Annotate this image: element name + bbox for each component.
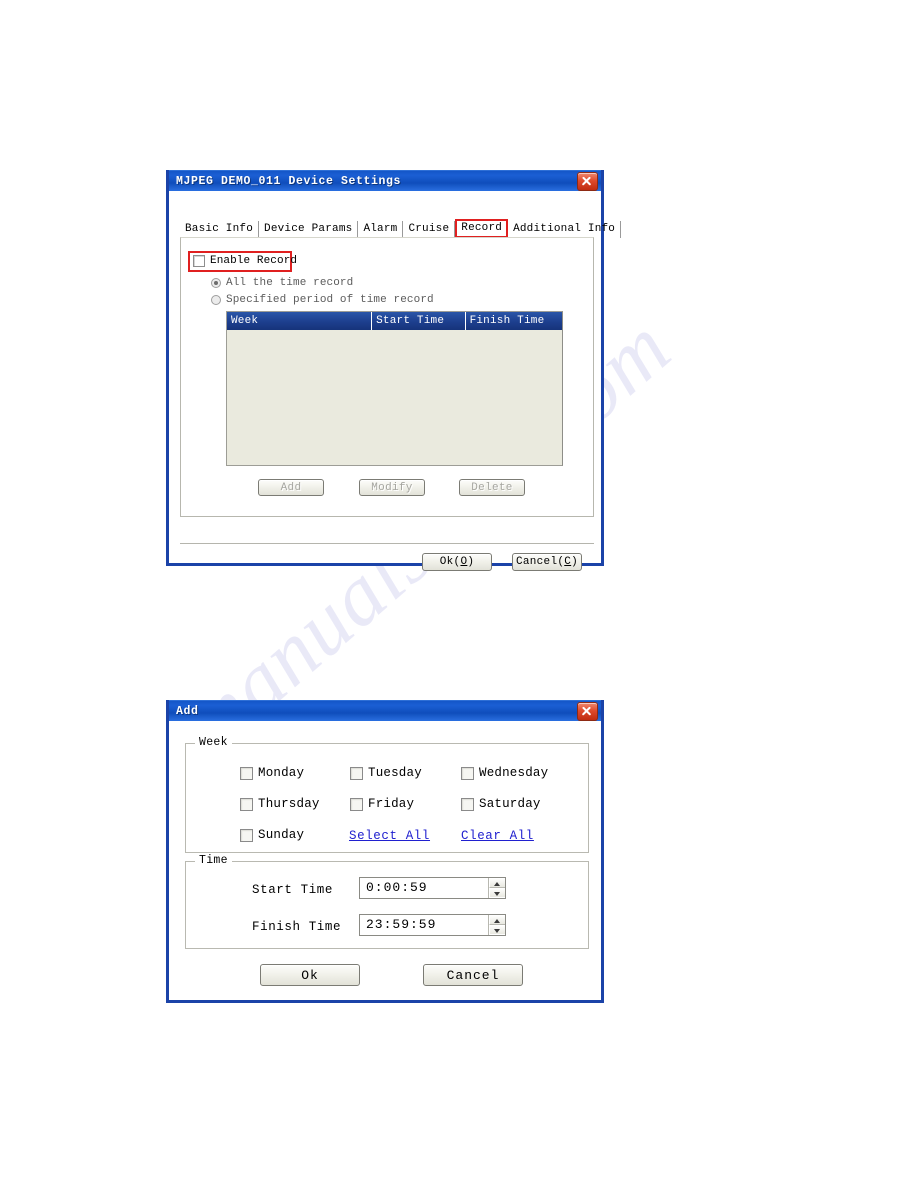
sunday-label: Sunday xyxy=(258,828,305,842)
add-dialog-title: Add xyxy=(176,704,199,718)
radio-icon-specified-period[interactable] xyxy=(211,295,221,305)
radio-all-time-label: All the time record xyxy=(226,277,354,289)
checkbox-row-thursday[interactable]: Thursday xyxy=(240,797,320,811)
tab-cruise[interactable]: Cruise xyxy=(403,221,456,238)
saturday-label: Saturday xyxy=(479,797,541,811)
checkbox-row-wednesday[interactable]: Wednesday xyxy=(461,766,548,780)
time-groupbox-legend: Time xyxy=(195,854,232,867)
thursday-checkbox[interactable] xyxy=(240,797,253,811)
settings-tabstrip: Basic Info Device Params Alarm Cruise Re… xyxy=(180,219,622,238)
start-time-value[interactable]: 0:00:59 xyxy=(360,878,488,898)
column-header-finish-time[interactable]: Finish Time xyxy=(466,312,562,330)
close-icon[interactable] xyxy=(577,171,598,191)
cancel-button[interactable]: Cancel xyxy=(423,964,523,986)
tuesday-checkbox[interactable] xyxy=(350,766,363,780)
add-dialog-titlebar: Add xyxy=(169,700,601,721)
cancel-button[interactable]: Cancel(C) xyxy=(512,553,582,571)
schedule-listview-header: Week Start Time Finish Time xyxy=(227,312,562,330)
spinner-up-icon[interactable] xyxy=(489,915,505,925)
wednesday-checkbox[interactable] xyxy=(461,766,474,780)
add-dialog: Add Week Monday Tuesday Wednesday Thursd… xyxy=(166,700,604,1003)
saturday-checkbox[interactable] xyxy=(461,797,474,811)
column-header-start-time[interactable]: Start Time xyxy=(372,312,466,330)
footer-divider xyxy=(180,543,594,544)
friday-label: Friday xyxy=(368,797,415,811)
enable-record-label: Enable Record xyxy=(210,255,298,267)
clear-all-link[interactable]: Clear All xyxy=(461,829,534,843)
device-settings-dialog: MJPEG DEMO_011 Device Settings Basic Inf… xyxy=(166,170,622,571)
ok-button[interactable]: Ok(O) xyxy=(422,553,492,571)
tab-record[interactable]: Record xyxy=(455,219,509,238)
checkbox-row-tuesday[interactable]: Tuesday xyxy=(350,766,422,780)
ok-button-text: Ok( xyxy=(439,556,461,568)
close-icon[interactable] xyxy=(577,701,598,721)
tab-additional-info[interactable]: Additional Info xyxy=(508,221,622,238)
start-time-input[interactable]: 0:00:59 xyxy=(359,877,506,899)
ok-button-accel: O xyxy=(460,556,468,568)
enable-record-row[interactable]: Enable Record xyxy=(193,255,297,267)
radio-specified-period-label: Specified period of time record xyxy=(226,294,434,306)
monday-checkbox[interactable] xyxy=(240,766,253,780)
column-header-week[interactable]: Week xyxy=(227,312,373,330)
select-all-link[interactable]: Select All xyxy=(349,829,430,843)
thursday-label: Thursday xyxy=(258,797,320,811)
spinner-down-icon[interactable] xyxy=(489,925,505,935)
modify-button[interactable]: Modify xyxy=(359,479,425,496)
add-dialog-body: Week Monday Tuesday Wednesday Thursday F… xyxy=(169,721,601,1000)
cancel-button-text: Cancel( xyxy=(515,556,565,568)
cancel-button-accel: C xyxy=(564,556,572,568)
delete-button[interactable]: Delete xyxy=(459,479,525,496)
monday-label: Monday xyxy=(258,766,305,780)
radio-icon-all-time[interactable] xyxy=(211,278,221,288)
tuesday-label: Tuesday xyxy=(368,766,422,780)
friday-checkbox[interactable] xyxy=(350,797,363,811)
sunday-checkbox[interactable] xyxy=(240,828,253,842)
ok-button-tail: ) xyxy=(467,556,475,568)
finish-time-spinner[interactable] xyxy=(488,915,505,935)
device-settings-body: Basic Info Device Params Alarm Cruise Re… xyxy=(169,191,622,571)
checkbox-row-monday[interactable]: Monday xyxy=(240,766,304,780)
tab-device-params[interactable]: Device Params xyxy=(259,221,359,238)
week-groupbox-legend: Week xyxy=(195,736,232,749)
tab-basic-info[interactable]: Basic Info xyxy=(180,221,260,238)
device-settings-titlebar: MJPEG DEMO_011 Device Settings xyxy=(169,170,601,191)
finish-time-input[interactable]: 23:59:59 xyxy=(359,914,506,936)
spinner-up-icon[interactable] xyxy=(489,878,505,888)
add-button[interactable]: Add xyxy=(258,479,324,496)
radio-all-the-time-record[interactable]: All the time record xyxy=(211,277,353,289)
checkbox-row-saturday[interactable]: Saturday xyxy=(461,797,541,811)
schedule-listview-body xyxy=(227,330,562,465)
time-groupbox: Time Start Time 0:00:59 Finish Time 23:5… xyxy=(185,854,589,949)
cancel-button-tail: ) xyxy=(571,556,579,568)
wednesday-label: Wednesday xyxy=(479,766,549,780)
checkbox-row-friday[interactable]: Friday xyxy=(350,797,414,811)
start-time-label: Start Time xyxy=(252,883,334,897)
device-settings-title: MJPEG DEMO_011 Device Settings xyxy=(176,174,402,188)
schedule-listview[interactable]: Week Start Time Finish Time xyxy=(226,311,563,466)
radio-specified-period[interactable]: Specified period of time record xyxy=(211,294,434,306)
ok-button[interactable]: Ok xyxy=(260,964,360,986)
enable-record-checkbox[interactable] xyxy=(193,255,205,267)
tab-alarm[interactable]: Alarm xyxy=(358,221,404,238)
start-time-spinner[interactable] xyxy=(488,878,505,898)
finish-time-label: Finish Time xyxy=(252,920,342,934)
checkbox-row-sunday[interactable]: Sunday xyxy=(240,828,304,842)
finish-time-value[interactable]: 23:59:59 xyxy=(360,915,488,935)
week-groupbox: Week Monday Tuesday Wednesday Thursday F… xyxy=(185,736,589,853)
spinner-down-icon[interactable] xyxy=(489,888,505,898)
